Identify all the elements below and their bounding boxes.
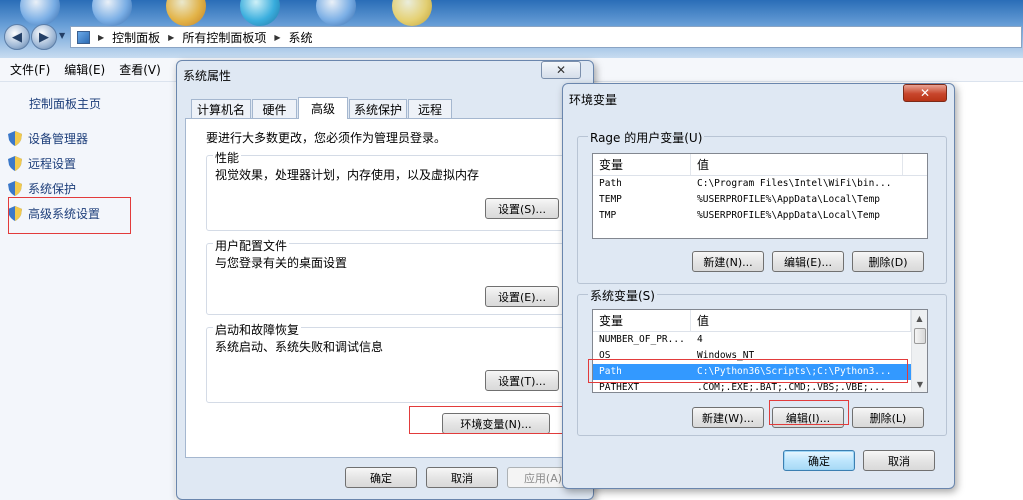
taskbar-app-icon[interactable] — [20, 0, 60, 26]
performance-desc: 视觉效果，处理器计划，内存使用，以及虚拟内存 — [215, 168, 480, 182]
close-icon[interactable]: ✕ — [903, 84, 947, 102]
list-item[interactable]: TEMP %USERPROFILE%\AppData\Local\Temp — [593, 192, 927, 208]
list-item[interactable]: TMP %USERPROFILE%\AppData\Local\Temp — [593, 208, 927, 224]
tab-hardware[interactable]: 硬件 — [252, 99, 297, 119]
sidebar-item-device-manager[interactable]: 设备管理器 — [8, 130, 88, 147]
dialog-title: 系统属性 — [183, 69, 232, 83]
system-variables-title: 系统变量(S) — [588, 287, 657, 304]
sidebar-item-label: 设备管理器 — [28, 132, 89, 146]
scroll-thumb[interactable] — [914, 328, 926, 344]
taskbar-app-icon[interactable] — [240, 0, 280, 26]
column-header-name[interactable]: 变量 — [593, 310, 691, 331]
taskbar-app-icon[interactable] — [166, 0, 206, 26]
breadcrumb-chevron-icon[interactable]: ▶ — [168, 33, 174, 42]
user-new-button[interactable]: 新建(N)... — [692, 251, 764, 272]
list-header: 变量 值 — [593, 154, 927, 176]
variable-name: Path — [599, 178, 622, 189]
scrollbar[interactable]: ▲ ▼ — [911, 310, 927, 392]
list-header: 变量 值 — [593, 310, 911, 332]
performance-title: 性能 — [213, 149, 242, 166]
variable-value: C:\Program Files\Intel\WiFi\bin... — [697, 178, 892, 189]
startup-title: 启动和故障恢复 — [213, 321, 302, 338]
shield-icon — [8, 181, 22, 196]
variable-name: TMP — [599, 210, 617, 221]
back-icon[interactable]: ◀ — [4, 24, 30, 50]
breadcrumb-chevron-icon[interactable]: ▶ — [98, 33, 104, 42]
variable-value: %USERPROFILE%\AppData\Local\Temp — [697, 210, 881, 221]
user-variables-list[interactable]: 变量 值 Path C:\Program Files\Intel\WiFi\bi… — [592, 153, 928, 239]
tab-advanced[interactable]: 高级 — [298, 97, 348, 119]
control-panel-icon — [77, 30, 90, 44]
forward-icon[interactable]: ▶ — [31, 24, 57, 50]
user-variables-group: Rage 的用户变量(U) 变量 值 Path C:\Program Files… — [577, 129, 947, 284]
user-delete-button[interactable]: 删除(D) — [852, 251, 924, 272]
dialog-title: 环境变量 — [569, 93, 618, 107]
user-edit-button[interactable]: 编辑(E)... — [772, 251, 844, 272]
column-header-value[interactable]: 值 — [691, 310, 911, 331]
shield-icon — [8, 156, 22, 171]
breadcrumb-chevron-icon[interactable]: ▶ — [274, 33, 280, 42]
sidebar-control-panel-home[interactable]: 控制面板主页 — [29, 95, 101, 112]
column-header-name[interactable]: 变量 — [593, 154, 691, 175]
variable-name: TEMP — [599, 194, 622, 205]
admin-note: 要进行大多数更改，您必须作为管理员登录。 — [206, 131, 447, 145]
user-profile-group: 用户配置文件 与您登录有关的桌面设置 设置(E)... — [206, 237, 576, 315]
startup-desc: 系统启动、系统失败和调试信息 — [215, 340, 384, 354]
highlight-box — [409, 406, 581, 434]
breadcrumb-system[interactable]: 系统 — [289, 29, 313, 46]
variable-value: %USERPROFILE%\AppData\Local\Temp — [697, 194, 881, 205]
sidebar-item-label: 系统保护 — [28, 182, 77, 196]
breadcrumb-control-panel[interactable]: 控制面板 — [112, 29, 160, 46]
user-profile-title: 用户配置文件 — [213, 237, 290, 254]
menu-edit[interactable]: 编辑(E) — [64, 61, 105, 78]
list-item[interactable]: NUMBER_OF_PR... 4 — [593, 332, 911, 348]
taskbar-area: ◀ ▶ ▼ ▶ 控制面板 ▶ 所有控制面板项 ▶ 系统 — [0, 0, 1023, 58]
sidebar-item-label: 远程设置 — [28, 157, 77, 171]
performance-group: 性能 视觉效果，处理器计划，内存使用，以及虚拟内存 设置(S)... — [206, 149, 576, 231]
breadcrumb-all-items[interactable]: 所有控制面板项 — [182, 29, 266, 46]
user-profile-desc: 与您登录有关的桌面设置 — [215, 256, 348, 270]
cancel-button[interactable]: 取消 — [863, 450, 935, 471]
variable-value: 4 — [697, 334, 703, 345]
variable-name: NUMBER_OF_PR... — [599, 334, 685, 345]
ok-button[interactable]: 确定 — [783, 450, 855, 471]
taskbar-app-icon[interactable] — [92, 0, 132, 26]
scroll-down-icon[interactable]: ▼ — [912, 376, 927, 392]
user-variables-title: Rage 的用户变量(U) — [588, 129, 705, 146]
sidebar-item-system-protection[interactable]: 系统保护 — [8, 180, 76, 197]
highlight-box — [769, 400, 849, 425]
address-bar[interactable]: ▶ 控制面板 ▶ 所有控制面板项 ▶ 系统 — [70, 26, 1022, 48]
system-new-button[interactable]: 新建(W)... — [692, 407, 764, 428]
tab-computer-name[interactable]: 计算机名 — [191, 99, 251, 119]
ok-button[interactable]: 确定 — [345, 467, 417, 488]
close-icon[interactable]: ✕ — [541, 61, 581, 79]
system-properties-dialog: 系统属性 ✕ 计算机名 硬件 高级 系统保护 远程 要进行大多数更改，您必须作为… — [176, 60, 594, 500]
recent-pages-dropdown-icon[interactable]: ▼ — [59, 31, 65, 40]
menu-view[interactable]: 查看(V) — [119, 61, 161, 78]
startup-settings-button[interactable]: 设置(T)... — [485, 370, 559, 391]
cancel-button[interactable]: 取消 — [426, 467, 498, 488]
highlight-box — [588, 359, 908, 383]
user-profile-settings-button[interactable]: 设置(E)... — [485, 286, 559, 307]
column-header-value[interactable]: 值 — [691, 154, 903, 175]
performance-settings-button[interactable]: 设置(S)... — [485, 198, 559, 219]
sidebar-item-remote-settings[interactable]: 远程设置 — [8, 155, 76, 172]
scroll-up-icon[interactable]: ▲ — [912, 310, 927, 326]
system-delete-button[interactable]: 删除(L) — [852, 407, 924, 428]
shield-icon — [8, 131, 22, 146]
taskbar-app-icon[interactable] — [392, 0, 432, 26]
menu-file[interactable]: 文件(F) — [10, 61, 50, 78]
taskbar-app-icon[interactable] — [316, 0, 356, 26]
highlight-box — [8, 197, 131, 234]
list-item[interactable]: Path C:\Program Files\Intel\WiFi\bin... — [593, 176, 927, 192]
startup-recovery-group: 启动和故障恢复 系统启动、系统失败和调试信息 设置(T)... — [206, 321, 576, 403]
tab-system-protection[interactable]: 系统保护 — [349, 99, 407, 119]
environment-variables-dialog: 环境变量 ✕ Rage 的用户变量(U) 变量 值 Path C:\Progra… — [562, 83, 955, 489]
tab-remote[interactable]: 远程 — [408, 99, 452, 119]
